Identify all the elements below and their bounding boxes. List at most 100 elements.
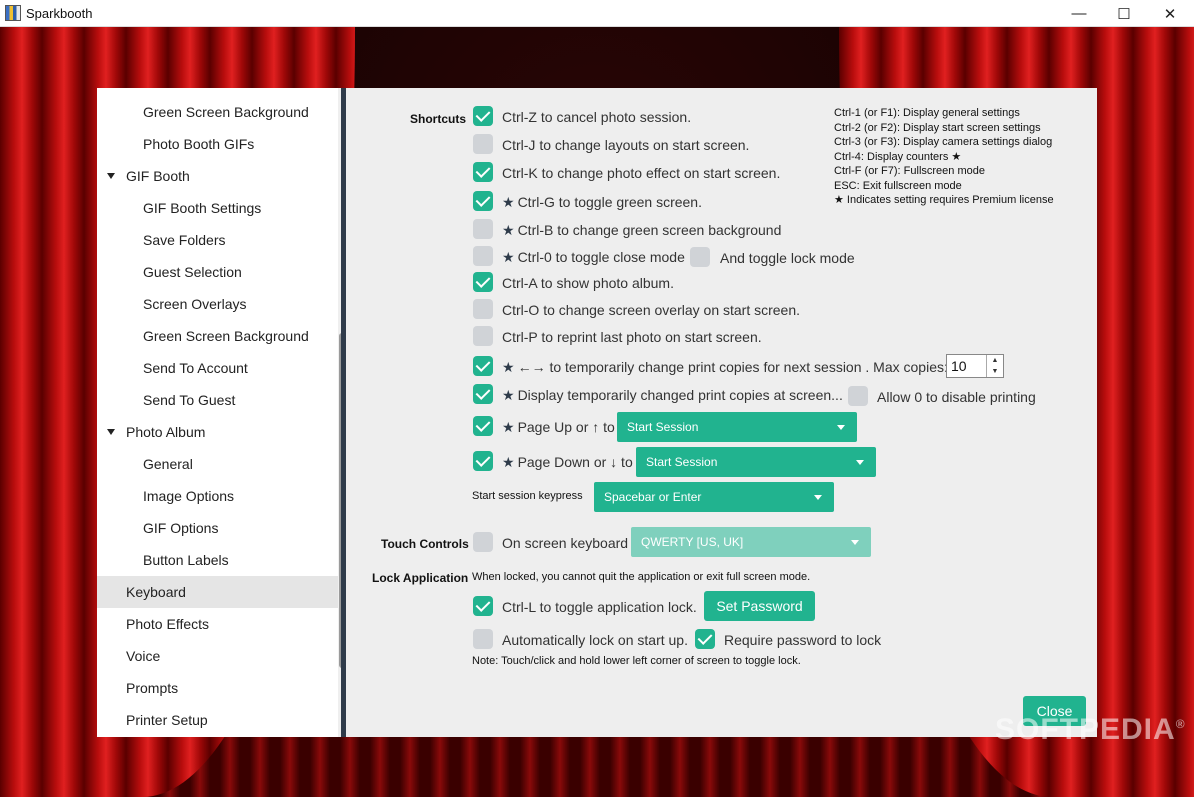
shortcut-checkbox[interactable] [473,272,493,292]
sidebar-item[interactable]: Save Folders [97,224,338,256]
sidebar-item[interactable]: Green Screen Background [97,96,338,128]
lock-note: Note: Touch/click and hold lower left co… [472,655,801,667]
sidebar-item[interactable]: General [97,448,338,480]
sidebar-item[interactable]: Prompts [97,672,338,704]
shortcut-checkbox[interactable] [473,106,493,126]
premium-star-icon: ★ [502,419,515,435]
on-screen-keyboard-checkbox[interactable] [473,532,493,552]
shortcut-checkbox[interactable] [473,384,493,404]
shortcut-label-text: Ctrl-O to change screen overlay on start… [502,302,801,318]
ctrl-l-lock-checkbox[interactable] [473,596,493,616]
sidebar-item[interactable]: Voice [97,640,338,672]
sidebar-item-label: Guest Selection [143,264,242,280]
title-bar: Sparkbooth — ☐ ✕ [0,0,1194,27]
shortcut-label: ★ Display temporarily changed print copie… [502,387,843,404]
expand-caret-icon[interactable] [107,429,115,435]
maximize-button[interactable]: ☐ [1101,0,1147,27]
sidebar-item-label: Button Labels [143,552,229,568]
chevron-down-icon [856,460,864,465]
page-up-action-value: Start Session [627,420,699,434]
sidebar-item[interactable]: Send To Guest [97,384,338,416]
window-title: Sparkbooth [26,6,93,21]
shortcut-label: Ctrl-P to reprint last photo on start sc… [502,329,762,345]
minimize-button[interactable]: — [1056,0,1102,27]
spin-down-icon[interactable]: ▼ [987,366,1003,377]
spin-up-icon[interactable]: ▲ [987,355,1003,366]
shortcut-label: ★ Ctrl-B to change green screen backgroun… [502,222,781,239]
help-line: Ctrl-1 (or F1): Display general settings [834,107,1020,119]
set-password-button[interactable]: Set Password [704,591,815,621]
keyboard-layout-dropdown[interactable]: QWERTY [US, UK] [631,527,871,557]
shortcut-checkbox[interactable] [473,326,493,346]
auto-lock-checkbox[interactable] [473,629,493,649]
shortcut-checkbox[interactable] [473,134,493,154]
premium-star-icon: ★ [502,454,515,470]
shortcut-checkbox[interactable] [473,451,493,471]
sidebar-item-label: Send To Guest [143,392,236,408]
shortcut-label-text: Ctrl-K to change photo effect on start s… [502,165,781,181]
max-copies-spinner[interactable]: 10 ▲ ▼ [946,354,1004,378]
sidebar-item-label: Image Options [143,488,235,504]
shortcut-label-text: Ctrl-Z to cancel photo session. [502,109,692,125]
shortcut-label: ★ ←→ to temporarily change print copies f… [502,359,948,376]
keypress-dropdown[interactable]: Spacebar or Enter [594,482,834,512]
sidebar-item[interactable]: Keyboard [97,576,338,608]
premium-star-icon: ★ [502,249,515,265]
toggle-lock-mode-checkbox[interactable] [690,247,710,267]
sidebar-item[interactable]: Photo Album [97,416,338,448]
shortcut-label-text: Ctrl-A to show photo album. [502,275,674,291]
sidebar-item[interactable]: Photo Effects [97,608,338,640]
sidebar-item[interactable]: GIF Options [97,512,338,544]
chevron-down-icon [851,540,859,545]
sidebar-item[interactable]: Photo Booth GIFs [97,128,338,160]
chevron-down-icon [837,425,845,430]
allow-zero-label: Allow 0 to disable printing [877,389,1036,405]
sidebar-item[interactable]: Screen Overlays [97,288,338,320]
premium-star-icon: ★ [502,222,515,238]
chevron-down-icon [814,495,822,500]
help-line: Ctrl-3 (or F3): Display camera settings … [834,136,1053,148]
shortcut-checkbox[interactable] [473,219,493,239]
shortcut-label-text: ←→ to temporarily change print copies fo… [517,359,948,375]
sidebar-item-label: Green Screen Background [143,328,309,344]
sidebar-item[interactable]: GIF Booth Settings [97,192,338,224]
shortcut-label: Ctrl-O to change screen overlay on start… [502,302,800,318]
require-password-checkbox[interactable] [695,629,715,649]
close-window-button[interactable]: ✕ [1147,0,1193,27]
help-line: ESC: Exit fullscreen mode [834,179,962,192]
sidebar-item-label: Photo Booth GIFs [143,136,255,152]
toggle-lock-mode-label: And toggle lock mode [720,250,855,266]
shortcut-checkbox[interactable] [473,356,493,376]
help-line: Ctrl-2 (or F2): Display start screen set… [834,121,1041,134]
sidebar-item-label: Send To Account [143,360,248,376]
sidebar-item[interactable]: Green Screen Background [97,320,338,352]
sidebar-item[interactable]: Button Labels [97,544,338,576]
sidebar-item[interactable]: GIF Booth [97,160,338,192]
shortcut-label-text: Ctrl-B to change green screen background [517,222,782,238]
keyboard-settings-panel: Shortcuts Ctrl-Z to cancel photo session… [346,88,1097,737]
shortcut-checkbox[interactable] [473,162,493,182]
shortcut-checkbox[interactable] [473,191,493,211]
sidebar-item[interactable]: Printer Setup [97,704,338,736]
page-down-action-dropdown[interactable]: Start Session [636,447,876,477]
premium-star-icon: ★ [502,387,515,403]
shortcut-checkbox[interactable] [473,299,493,319]
shortcut-checkbox[interactable] [473,416,493,436]
shortcut-label: ★ Page Down or ↓ to [502,454,633,471]
sidebar-item-label: Green Screen Background [143,104,309,120]
sidebar-item[interactable]: Send To Account [97,352,338,384]
sidebar-item-label: Keyboard [126,584,186,600]
shortcut-help: Ctrl-1 (or F1): Display general settings… [834,106,1084,208]
sidebar-item-label: Prompts [126,680,179,696]
expand-caret-icon[interactable] [107,173,115,179]
on-screen-keyboard-label: On screen keyboard [502,535,629,551]
page-up-action-dropdown[interactable]: Start Session [617,412,857,442]
keyboard-layout-value: QWERTY [US, UK] [641,535,744,549]
sidebar-item[interactable]: Guest Selection [97,256,338,288]
allow-zero-checkbox[interactable] [848,386,868,406]
shortcut-checkbox[interactable] [473,246,493,266]
premium-star-icon: ★ [502,359,515,375]
sidebar-item[interactable]: Image Options [97,480,338,512]
section-lock-application: Lock Application [372,571,469,585]
auto-lock-label: Automatically lock on start up. [502,632,688,648]
